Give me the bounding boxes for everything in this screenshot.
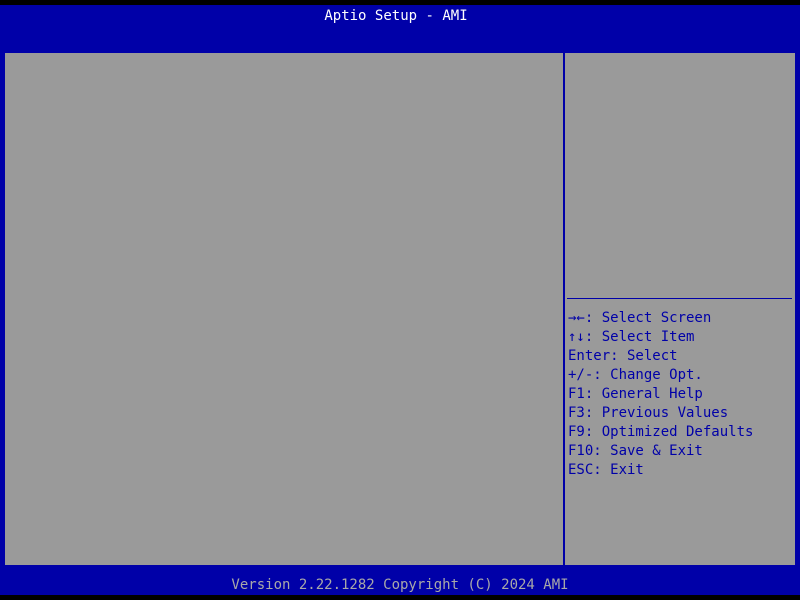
key-change-option: +/-: Change Opt. <box>568 367 703 383</box>
item-help-text <box>565 53 795 297</box>
help-pane: →←: Select Screen ↑↓: Select Item Enter:… <box>565 53 795 565</box>
settings-pane[interactable] <box>5 53 563 565</box>
version-text: Version 2.22.1282 Copyright (C) 2024 AMI <box>231 577 569 593</box>
bottom-border <box>0 595 800 600</box>
title-bar: Aptio Setup - AMI <box>0 5 800 43</box>
app-title: Aptio Setup - AMI <box>324 8 468 24</box>
footer-bar: Version 2.22.1282 Copyright (C) 2024 AMI <box>0 575 800 595</box>
key-exit: ESC: Exit <box>568 462 644 478</box>
key-general-help: F1: General Help <box>568 386 703 402</box>
key-optimized-defaults: F9: Optimized Defaults <box>568 424 754 440</box>
menu-tab-strip <box>0 25 800 43</box>
key-legend: →←: Select Screen ↑↓: Select Item Enter:… <box>568 309 753 480</box>
key-previous-values: F3: Previous Values <box>568 405 729 421</box>
help-divider <box>567 298 792 299</box>
key-enter-select: Enter: Select <box>568 348 678 364</box>
key-select-item: ↑↓: Select Item <box>568 329 695 345</box>
key-select-screen: →←: Select Screen <box>568 310 712 326</box>
setup-frame: →←: Select Screen ↑↓: Select Item Enter:… <box>0 43 800 575</box>
key-save-exit: F10: Save & Exit <box>568 443 703 459</box>
